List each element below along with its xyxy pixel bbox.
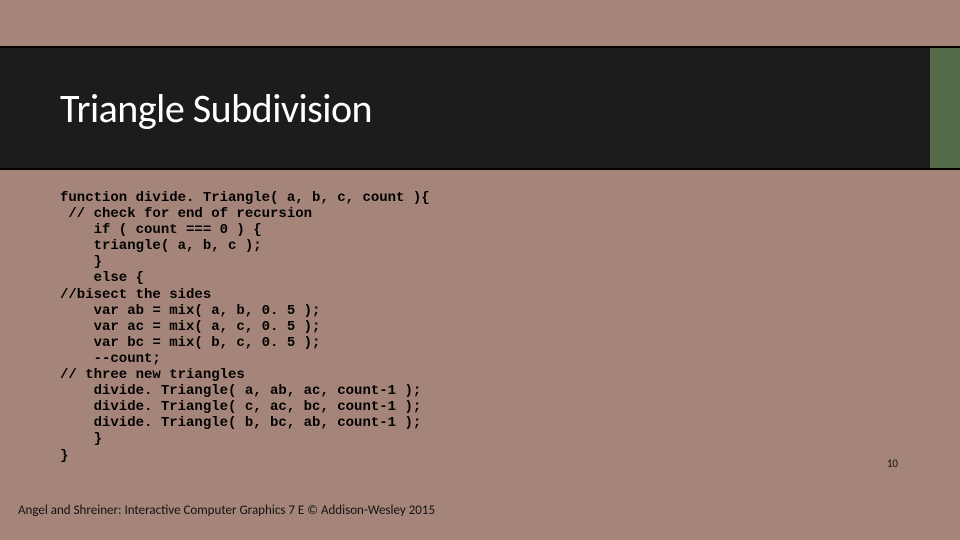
- slide-title: Triangle Subdivision: [60, 84, 372, 133]
- footer-text: Angel and Shreiner: Interactive Computer…: [18, 503, 435, 518]
- title-bar: Triangle Subdivision: [0, 46, 960, 170]
- code-block: function divide. Triangle( a, b, c, coun…: [60, 190, 430, 464]
- page-number: 10: [887, 457, 898, 470]
